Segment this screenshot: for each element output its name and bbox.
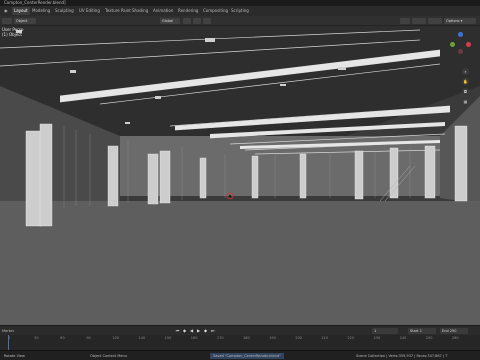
warehouse-wireframe-scene [0,26,480,325]
prev-key-icon[interactable]: ◆ [182,328,187,334]
y-axis-icon[interactable] [450,42,455,47]
play-reverse-icon[interactable]: ◀ [189,328,194,334]
tab-rendering[interactable]: Rendering [176,7,200,15]
z-axis-icon[interactable] [458,32,463,37]
viewport-header: Object Global Options ▾ [0,16,480,26]
jump-start-icon[interactable]: ⏮ [175,328,180,334]
timeline-tick: 180 [243,336,250,340]
proportional-edit-button[interactable] [203,18,211,24]
pivot-button[interactable] [183,18,191,24]
end-label: End [442,329,449,333]
blender-logo-icon[interactable]: ◉ [2,7,10,15]
timeline-tick: 250 [425,336,433,340]
tab-shading[interactable]: Shading [130,7,150,15]
tab-compositing[interactable]: Compositing [201,7,230,15]
hand-icon[interactable]: ✋ [462,78,469,85]
timeline-tick: 150 [164,336,172,340]
save-notice: Saved "Compton_CenterRender.blend" [210,353,284,359]
camera-icon[interactable]: ◘ [462,88,469,95]
editor-type-button[interactable] [2,18,12,24]
options-dropdown[interactable]: Options ▾ [444,18,476,24]
end-value: 250 [449,329,457,333]
orientation-selector[interactable]: Global [160,18,180,24]
jump-end-icon[interactable]: ⏭ [210,328,215,334]
tab-modeling[interactable]: Modeling [30,7,52,15]
timeline-tick: 120 [112,336,120,340]
playhead[interactable] [8,335,9,350]
status-bar: Rotate View Object Context Menu Saved "C… [0,350,480,360]
overlays-button[interactable] [412,18,426,24]
timeline-area[interactable]: 0 30 60 90 120 140 150 160 170 180 190 200 210 220 230… [0,335,480,350]
timeline-tick: 240 [399,336,407,340]
timeline-tick: 220 [347,336,355,340]
end-frame-field[interactable]: End 250 [440,328,468,334]
timeline-tick: 60 [60,336,65,340]
tab-animation[interactable]: Animation [151,7,175,15]
current-frame-field[interactable]: 1 [372,328,398,334]
neg-z-axis-icon[interactable] [458,49,463,54]
timeline-tick: 260 [451,336,459,340]
tab-sculpting[interactable]: Sculpting [53,7,76,15]
start-label: Start [410,329,419,333]
status-mid: Object Context Menu [90,354,127,358]
grid-icon[interactable]: ▦ [462,98,469,105]
marker-menu[interactable]: Marker [2,328,14,334]
status-left: Rotate View [4,354,25,358]
play-icon[interactable]: ▶ [196,328,201,334]
timeline-tick: 190 [269,336,276,340]
tab-scripting[interactable]: Scripting [229,7,251,15]
scene-stats: Scene Collection | Verts:359,937 | Faces… [356,354,448,358]
zoom-icon[interactable]: ⌕ [462,68,469,75]
start-value: 1 [419,329,422,333]
timeline-tick: 230 [373,336,381,340]
timeline-tick: 170 [216,336,224,340]
timeline-tick: 30 [34,336,39,340]
x-axis-icon[interactable] [466,42,471,47]
timeline-tick: 140 [138,336,146,340]
timeline-tick: 90 [86,336,91,340]
viewport-info: User Persp (1) Object [2,27,23,37]
snap-button[interactable] [193,18,201,24]
mode-selector[interactable]: Object [14,18,36,24]
timeline-tick: 200 [295,336,302,340]
navigation-gizmo[interactable] [448,30,474,56]
timeline-header: Marker ⏮ ◆ ◀ ▶ ◆ ⏭ 1 Start 1 End 250 [0,325,480,335]
start-frame-field[interactable]: Start 1 [408,328,436,334]
next-key-icon[interactable]: ◆ [203,328,208,334]
object-name: (1) Object [2,32,22,37]
timeline-tick: 210 [321,336,329,340]
workspace-tabs: ◉ Layout Modeling Sculpting UV Editing T… [0,6,480,16]
timeline-tick: 160 [190,336,198,340]
tab-uv-editing[interactable]: UV Editing [77,7,102,15]
shading-button[interactable] [428,18,442,24]
visibility-button[interactable] [400,18,410,24]
tab-texture-paint[interactable]: Texture Paint [103,7,133,15]
3d-viewport[interactable]: ⌕ ✋ ◘ ▦ [0,26,480,325]
tab-layout[interactable]: Layout [12,7,30,15]
